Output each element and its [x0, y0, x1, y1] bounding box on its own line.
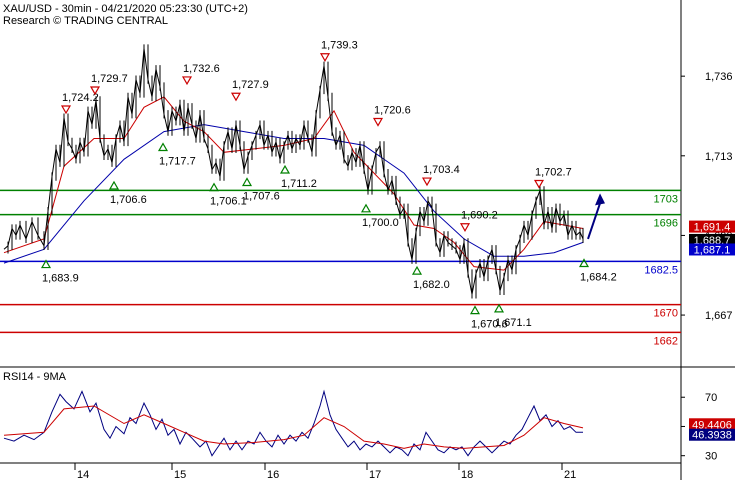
price-chart: 170316961682.516701662 1,6671,6901,7131,…: [0, 0, 735, 480]
chart-title: XAU/USD - 30min - 04/21/2020 05:23:30 (U…: [3, 3, 248, 15]
bottom-label: 1,684.2: [580, 272, 617, 284]
top-label: 1,727.9: [232, 79, 269, 91]
rsi-tick-label: 30: [705, 451, 717, 463]
rsi-value-tags: 49.440646.3938: [689, 418, 735, 442]
plot-area: [0, 0, 681, 367]
price-tick-label: 1,736: [705, 71, 733, 83]
rsi-moving-average-line: [3, 405, 584, 449]
rsi-tick-label: 70: [705, 392, 717, 404]
level-label: 1662: [654, 335, 678, 347]
bottom-label: 1,682.0: [413, 279, 450, 291]
bottom-label: 1,711.2: [281, 178, 317, 190]
time-tick-label: 16: [267, 469, 279, 480]
level-label: 1682.5: [644, 264, 678, 276]
top-label: 1,702.7: [535, 166, 572, 178]
bottom-label: 1,707.6: [243, 190, 280, 202]
bottom-label: 1,671.1: [495, 317, 532, 329]
bottom-label: 1,706.1: [210, 196, 247, 208]
price-tag-label: 1,687.1: [694, 244, 731, 256]
chart-subtitle: Research © TRADING CENTRAL: [3, 15, 168, 27]
rsi-value-tag-label: 46.3938: [692, 430, 732, 442]
time-tick-label: 15: [174, 469, 186, 480]
top-label: 1,732.6: [183, 63, 220, 75]
bottom-label: 1,706.6: [110, 194, 147, 206]
time-tick-label: 18: [461, 469, 473, 480]
time-tick-label: 17: [369, 469, 381, 480]
price-tick-label: 1,713: [705, 151, 733, 163]
time-tick-label: 21: [564, 469, 576, 480]
top-label: 1,720.6: [374, 104, 411, 116]
bottom-label: 1,700.0: [362, 217, 399, 229]
time-tick-label: 14: [77, 469, 89, 480]
chart-canvas: 170316961682.516701662 1,6671,6901,7131,…: [0, 0, 735, 480]
rsi-title: RSI14 - 9MA: [3, 371, 67, 383]
level-label: 1696: [654, 218, 678, 230]
top-label: 1,739.3: [321, 40, 358, 52]
price-tag-label: 1,691.4: [694, 222, 731, 234]
top-label: 1,729.7: [91, 73, 128, 85]
level-label: 1670: [654, 308, 678, 320]
time-axis-ticks: 14 15 16 17 18 21: [74, 463, 576, 480]
top-label: 1,703.4: [423, 164, 460, 176]
price-axis-ticks: 1,6671,6901,7131,736: [681, 71, 733, 322]
bottom-label: 1,717.7: [159, 156, 196, 168]
bottom-label: 1,683.9: [42, 273, 79, 285]
top-label: 1,724.2: [62, 92, 99, 104]
level-label: 1703: [654, 193, 678, 205]
price-tags: 1,691.41,688.71,687.1: [689, 220, 735, 256]
top-label: 1,690.2: [461, 210, 498, 222]
rsi-series: [3, 389, 584, 457]
price-tick-label: 1,667: [705, 310, 733, 322]
